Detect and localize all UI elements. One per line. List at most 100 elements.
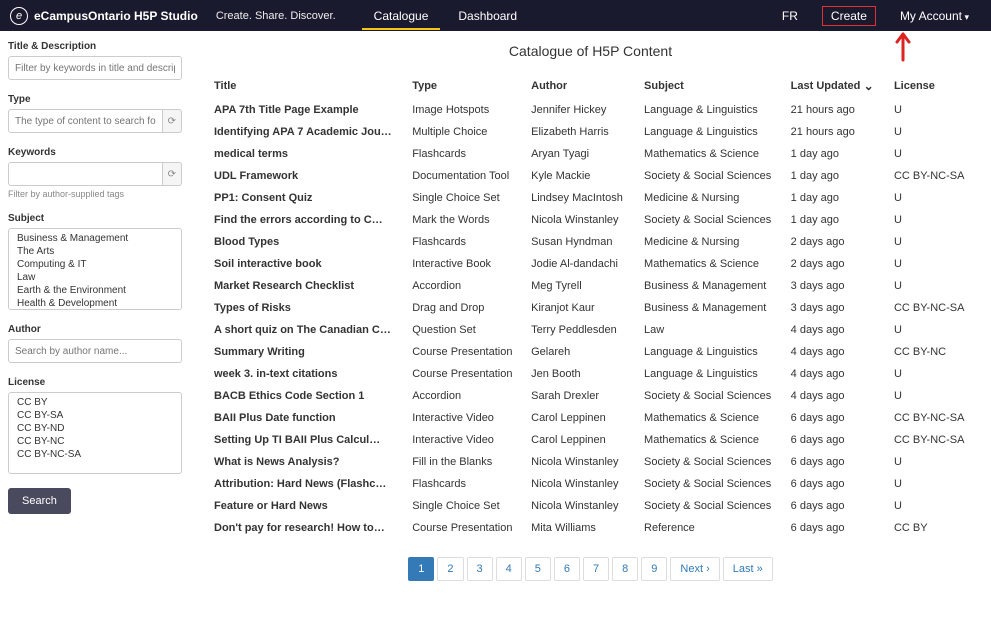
cell-type: Interactive Video	[404, 429, 523, 451]
list-item[interactable]: Earth & the Environment	[9, 284, 181, 297]
th-license[interactable]: License	[886, 73, 975, 99]
cell-updated: 6 days ago	[783, 495, 886, 517]
list-item[interactable]: The Arts	[9, 245, 181, 258]
content-table: Title Type Author Subject Last Updated L…	[206, 73, 975, 539]
license-list[interactable]: CC BYCC BY-SACC BY-NDCC BY-NCCC BY-NC-SA	[8, 392, 182, 474]
table-row[interactable]: Find the errors according to C…Mark the …	[206, 209, 975, 231]
cell-subject: Society & Social Sciences	[636, 209, 783, 231]
cell-type: Single Choice Set	[404, 495, 523, 517]
cell-license: U	[886, 451, 975, 473]
table-row[interactable]: Setting Up TI BAII Plus Calcul…Interacti…	[206, 429, 975, 451]
page-2[interactable]: 2	[437, 557, 463, 581]
table-row[interactable]: PP1: Consent QuizSingle Choice SetLindse…	[206, 187, 975, 209]
keywords-input[interactable]	[8, 162, 163, 186]
table-row[interactable]: Identifying APA 7 Academic Jou…Multiple …	[206, 121, 975, 143]
title-desc-input[interactable]	[8, 56, 182, 80]
table-row[interactable]: Summary WritingCourse PresentationGelare…	[206, 341, 975, 363]
cell-title: Market Research Checklist	[206, 275, 404, 297]
nav-dashboard[interactable]: Dashboard	[446, 2, 529, 30]
cell-title: Don't pay for research! How to…	[206, 517, 404, 539]
refresh-icon[interactable]: ⟳	[163, 162, 182, 186]
cell-license: U	[886, 143, 975, 165]
cell-author: Gelareh	[523, 341, 636, 363]
th-title[interactable]: Title	[206, 73, 404, 99]
list-item[interactable]: Business & Management	[9, 232, 181, 245]
list-item[interactable]: CC BY-SA	[9, 409, 181, 422]
table-row[interactable]: APA 7th Title Page ExampleImage Hotspots…	[206, 99, 975, 121]
refresh-icon[interactable]: ⟳	[163, 109, 182, 133]
cell-subject: Society & Social Sciences	[636, 451, 783, 473]
cell-updated: 2 days ago	[783, 231, 886, 253]
table-row[interactable]: A short quiz on The Canadian C…Question …	[206, 319, 975, 341]
list-item[interactable]: CC BY-NC-SA	[9, 448, 181, 461]
list-item[interactable]: Law	[9, 271, 181, 284]
cell-title: Find the errors according to C…	[206, 209, 404, 231]
cell-license: CC BY-NC	[886, 341, 975, 363]
cell-title: Summary Writing	[206, 341, 404, 363]
table-row[interactable]: medical termsFlashcardsAryan TyagiMathem…	[206, 143, 975, 165]
table-row[interactable]: What is News Analysis?Fill in the Blanks…	[206, 451, 975, 473]
table-row[interactable]: Blood TypesFlashcardsSusan HyndmanMedici…	[206, 231, 975, 253]
cell-license: U	[886, 187, 975, 209]
list-item[interactable]: Computing & IT	[9, 258, 181, 271]
cell-license: U	[886, 121, 975, 143]
page-5[interactable]: 5	[525, 557, 551, 581]
table-row[interactable]: Feature or Hard NewsSingle Choice SetNic…	[206, 495, 975, 517]
filter-label: Type	[8, 94, 182, 105]
table-row[interactable]: Types of RisksDrag and DropKiranjot Kaur…	[206, 297, 975, 319]
cell-author: Jodie Al-dandachi	[523, 253, 636, 275]
cell-subject: Business & Management	[636, 297, 783, 319]
table-row[interactable]: Attribution: Hard News (Flashc…Flashcard…	[206, 473, 975, 495]
page-4[interactable]: 4	[496, 557, 522, 581]
page-last[interactable]: Last »	[723, 557, 773, 581]
page-3[interactable]: 3	[467, 557, 493, 581]
page-7[interactable]: 7	[583, 557, 609, 581]
list-item[interactable]: CC BY-NC	[9, 435, 181, 448]
cell-updated: 3 days ago	[783, 297, 886, 319]
cell-title: A short quiz on The Canadian C…	[206, 319, 404, 341]
cell-subject: Language & Linguistics	[636, 121, 783, 143]
author-input[interactable]	[8, 339, 182, 363]
cell-updated: 4 days ago	[783, 363, 886, 385]
page-next[interactable]: Next ›	[670, 557, 719, 581]
cell-title: Feature or Hard News	[206, 495, 404, 517]
search-button[interactable]: Search	[8, 488, 71, 514]
nav-fr[interactable]: FR	[770, 2, 810, 30]
page-1[interactable]: 1	[408, 557, 434, 581]
page-8[interactable]: 8	[612, 557, 638, 581]
cell-title: medical terms	[206, 143, 404, 165]
cell-updated: 4 days ago	[783, 319, 886, 341]
subject-list[interactable]: Business & ManagementThe ArtsComputing &…	[8, 228, 182, 310]
list-item[interactable]: Health & Development	[9, 297, 181, 310]
type-input[interactable]	[8, 109, 163, 133]
page-6[interactable]: 6	[554, 557, 580, 581]
table-row[interactable]: Don't pay for research! How to…Course Pr…	[206, 517, 975, 539]
nav-account[interactable]: My Account	[888, 2, 981, 30]
list-item[interactable]: CC BY	[9, 396, 181, 409]
table-row[interactable]: Market Research ChecklistAccordionMeg Ty…	[206, 275, 975, 297]
th-updated[interactable]: Last Updated	[783, 73, 886, 99]
th-subject[interactable]: Subject	[636, 73, 783, 99]
cell-updated: 1 day ago	[783, 143, 886, 165]
cell-updated: 4 days ago	[783, 385, 886, 407]
table-row[interactable]: Soil interactive bookInteractive BookJod…	[206, 253, 975, 275]
cell-title: APA 7th Title Page Example	[206, 99, 404, 121]
list-item[interactable]: CC BY-ND	[9, 422, 181, 435]
th-type[interactable]: Type	[404, 73, 523, 99]
table-row[interactable]: BAII Plus Date functionInteractive Video…	[206, 407, 975, 429]
cell-title: BAII Plus Date function	[206, 407, 404, 429]
table-row[interactable]: UDL FrameworkDocumentation ToolKyle Mack…	[206, 165, 975, 187]
cell-subject: Society & Social Sciences	[636, 385, 783, 407]
cell-license: CC BY-NC-SA	[886, 165, 975, 187]
table-row[interactable]: BACB Ethics Code Section 1AccordionSarah…	[206, 385, 975, 407]
cell-type: Flashcards	[404, 231, 523, 253]
table-row[interactable]: week 3. in-text citationsCourse Presenta…	[206, 363, 975, 385]
cell-updated: 6 days ago	[783, 429, 886, 451]
cell-author: Nicola Winstanley	[523, 495, 636, 517]
cell-updated: 6 days ago	[783, 517, 886, 539]
th-author[interactable]: Author	[523, 73, 636, 99]
nav-create[interactable]: Create	[822, 6, 876, 26]
nav-catalogue[interactable]: Catalogue	[362, 2, 441, 30]
cell-author: Jennifer Hickey	[523, 99, 636, 121]
page-9[interactable]: 9	[641, 557, 667, 581]
